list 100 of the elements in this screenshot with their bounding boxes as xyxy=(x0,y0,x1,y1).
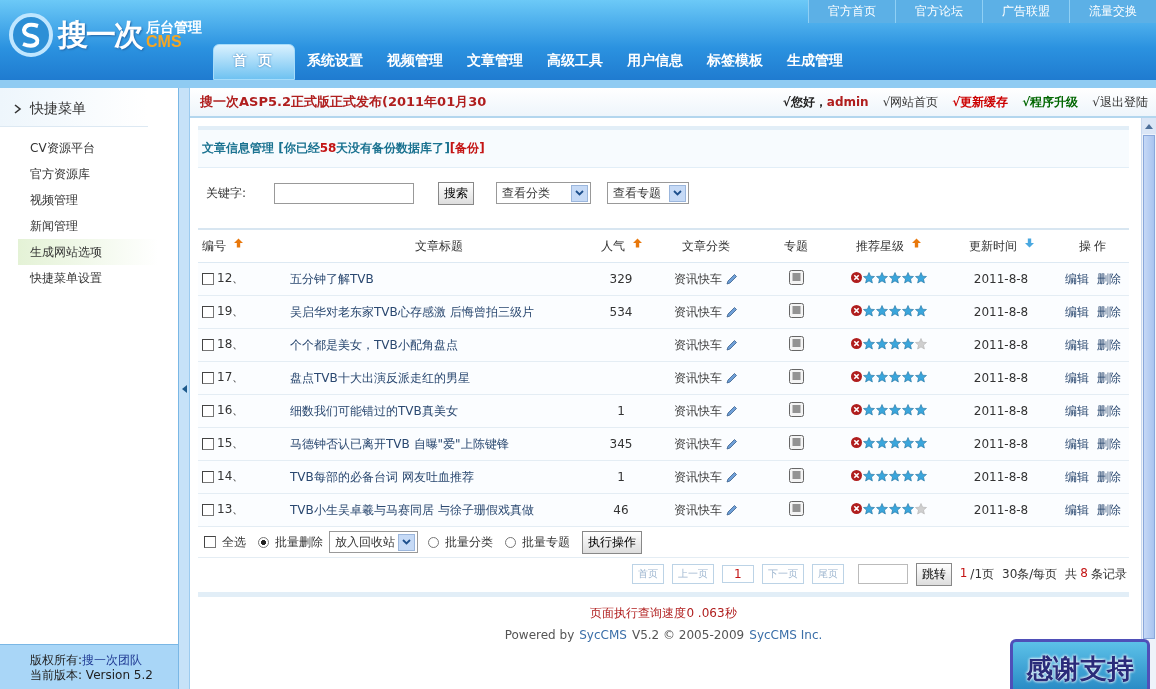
thanks-badge[interactable]: 感谢支持 xyxy=(1010,639,1150,689)
nav-tab[interactable]: 系统设置 xyxy=(294,52,375,80)
star-rating[interactable] xyxy=(850,304,927,317)
powered-link[interactable]: SycCMS Inc. xyxy=(749,628,823,642)
star-icon[interactable] xyxy=(888,304,901,317)
star-icon[interactable] xyxy=(875,370,888,383)
star-icon[interactable] xyxy=(901,271,914,284)
row-checkbox[interactable] xyxy=(202,272,214,285)
quick-link[interactable]: √退出登陆 xyxy=(1092,93,1148,111)
collapse-handle[interactable] xyxy=(179,88,190,689)
team-link[interactable]: 搜一次团队 xyxy=(82,653,143,667)
pencil-icon[interactable] xyxy=(725,503,738,517)
scrollbar[interactable] xyxy=(1141,118,1156,689)
pencil-icon[interactable] xyxy=(725,437,738,451)
select-all-checkbox[interactable] xyxy=(204,536,216,548)
action-link[interactable]: 编辑 xyxy=(1064,303,1089,321)
pencil-icon[interactable] xyxy=(725,371,738,385)
star-icon[interactable] xyxy=(914,370,927,383)
powered-link[interactable]: SycCMS xyxy=(579,628,627,642)
document-icon[interactable] xyxy=(788,303,804,318)
star-icon[interactable] xyxy=(875,502,888,515)
sort-up-icon[interactable] xyxy=(234,237,243,248)
sort-down-icon[interactable] xyxy=(1024,237,1034,248)
star-icon[interactable] xyxy=(901,469,914,482)
star-rating[interactable] xyxy=(850,436,927,449)
action-link[interactable]: 删除 xyxy=(1096,435,1121,453)
nav-tab[interactable]: 标签模板 xyxy=(694,52,775,80)
document-icon[interactable] xyxy=(788,369,804,384)
clear-rating-icon[interactable] xyxy=(850,305,862,317)
search-button[interactable]: 搜索 xyxy=(438,181,474,205)
action-link[interactable]: 删除 xyxy=(1096,501,1121,519)
action-link[interactable]: 删除 xyxy=(1096,303,1121,321)
clear-rating-icon[interactable] xyxy=(850,404,862,416)
star-icon[interactable] xyxy=(888,469,901,482)
action-link[interactable]: 编辑 xyxy=(1064,369,1089,387)
document-icon[interactable] xyxy=(788,468,804,483)
star-icon[interactable] xyxy=(862,502,875,515)
row-checkbox[interactable] xyxy=(202,503,214,516)
star-icon[interactable] xyxy=(901,304,914,317)
row-checkbox[interactable] xyxy=(202,470,214,483)
star-icon[interactable] xyxy=(914,403,927,416)
star-icon[interactable] xyxy=(888,337,901,350)
nav-tab[interactable]: 用户信息 xyxy=(614,52,695,80)
pencil-icon[interactable] xyxy=(725,305,738,319)
backup-link[interactable]: [备份] xyxy=(449,141,485,155)
batch-radio[interactable] xyxy=(505,536,516,548)
announcement[interactable]: 搜一次ASP5.2正式版正式发布(2011年01月30 xyxy=(200,93,487,111)
star-icon[interactable] xyxy=(862,436,875,449)
document-icon[interactable] xyxy=(788,501,804,516)
batch-radio[interactable] xyxy=(428,536,439,548)
quick-link[interactable]: √网站首页 xyxy=(882,93,939,111)
star-icon[interactable] xyxy=(901,403,914,416)
pencil-icon[interactable] xyxy=(725,272,738,286)
clear-rating-icon[interactable] xyxy=(850,272,862,284)
star-icon[interactable] xyxy=(875,436,888,449)
star-icon[interactable] xyxy=(914,469,927,482)
pencil-icon[interactable] xyxy=(725,404,738,418)
action-link[interactable]: 编辑 xyxy=(1064,336,1089,354)
row-checkbox[interactable] xyxy=(202,338,214,351)
star-icon[interactable] xyxy=(875,304,888,317)
row-checkbox[interactable] xyxy=(202,437,214,450)
row-checkbox[interactable] xyxy=(202,305,214,318)
action-link[interactable]: 删除 xyxy=(1096,369,1121,387)
clear-rating-icon[interactable] xyxy=(850,503,862,515)
quick-link[interactable]: √程序升级 xyxy=(1022,93,1079,111)
star-icon[interactable] xyxy=(901,337,914,350)
filter-dropdown[interactable]: 查看分类 xyxy=(496,182,591,204)
keyword-field[interactable] xyxy=(274,182,414,204)
clear-rating-icon[interactable] xyxy=(850,470,862,482)
action-link[interactable]: 编辑 xyxy=(1064,270,1089,288)
star-icon[interactable] xyxy=(862,370,875,383)
star-icon[interactable] xyxy=(875,337,888,350)
pencil-icon[interactable] xyxy=(725,338,738,352)
action-link[interactable]: 删除 xyxy=(1096,336,1121,354)
batch-radio[interactable] xyxy=(258,536,269,548)
row-checkbox[interactable] xyxy=(202,371,214,384)
star-icon[interactable] xyxy=(875,469,888,482)
quick-link[interactable]: √更新缓存 xyxy=(952,93,1009,111)
action-link[interactable]: 编辑 xyxy=(1064,501,1089,519)
star-icon[interactable] xyxy=(888,370,901,383)
star-rating[interactable] xyxy=(850,403,927,416)
action-link[interactable]: 删除 xyxy=(1096,468,1121,486)
sidebar-item[interactable]: 视频管理 xyxy=(18,187,158,213)
nav-tab[interactable]: 文章管理 xyxy=(454,52,535,80)
action-link[interactable]: 编辑 xyxy=(1064,468,1089,486)
pencil-icon[interactable] xyxy=(725,470,738,484)
star-rating[interactable] xyxy=(850,271,927,284)
sort-up-icon[interactable] xyxy=(912,237,921,248)
sidebar-item[interactable]: 新闻管理 xyxy=(18,213,158,239)
sidebar-item[interactable]: 官方资源库 xyxy=(18,161,158,187)
clear-rating-icon[interactable] xyxy=(850,338,862,350)
star-icon[interactable] xyxy=(862,469,875,482)
action-link[interactable]: 编辑 xyxy=(1064,435,1089,453)
star-icon[interactable] xyxy=(862,337,875,350)
clear-rating-icon[interactable] xyxy=(850,371,862,383)
nav-tab[interactable]: 视频管理 xyxy=(374,52,455,80)
sort-up-icon[interactable] xyxy=(632,237,642,248)
action-link[interactable]: 编辑 xyxy=(1064,402,1089,420)
page-number-field[interactable] xyxy=(857,564,908,584)
star-rating[interactable] xyxy=(850,337,927,350)
